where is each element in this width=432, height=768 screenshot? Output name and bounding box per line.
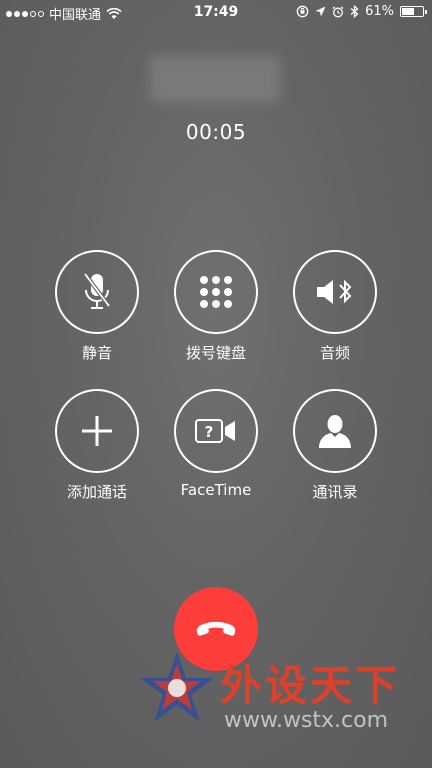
- alarm-icon: [332, 6, 344, 17]
- watermark-url: www.wstx.com: [224, 708, 389, 733]
- add-call-label: 添加通话: [66, 483, 127, 501]
- battery-percent: 61%: [365, 4, 394, 19]
- mute-button[interactable]: 静音: [37, 250, 157, 363]
- audio-circle[interactable]: [293, 250, 377, 334]
- keypad-circle[interactable]: [174, 250, 258, 334]
- mic-off-icon: [83, 272, 111, 309]
- location-icon: [315, 6, 326, 17]
- watermark-logo-text: 外设天下: [220, 661, 401, 710]
- status-right: 61%: [296, 4, 427, 19]
- watermark: 外设天下 www.wstx.com: [132, 650, 422, 750]
- caller-name-blurred: [150, 56, 280, 102]
- keypad-label: 拨号键盘: [185, 344, 246, 362]
- status-bar: 中国联通 17:49 61%: [0, 0, 432, 24]
- star-logo-icon: [140, 652, 214, 722]
- add-call-button[interactable]: 添加通话: [37, 389, 157, 502]
- facetime-circle[interactable]: ?: [174, 389, 258, 473]
- svg-text:?: ?: [205, 423, 214, 441]
- audio-button[interactable]: 音频: [275, 250, 395, 363]
- add-call-circle[interactable]: [55, 389, 139, 473]
- speaker-bluetooth-icon: [317, 279, 352, 304]
- battery-icon: [400, 6, 427, 17]
- mute-label: 静音: [81, 344, 112, 362]
- bluetooth-icon: [350, 5, 359, 18]
- contacts-label: 通讯录: [312, 483, 358, 501]
- call-duration: 00:05: [185, 120, 247, 144]
- facetime-label: FaceTime: [180, 481, 252, 499]
- facetime-icon: ?: [195, 419, 235, 443]
- audio-label: 音频: [319, 344, 350, 362]
- rotation-lock-icon: [296, 5, 309, 18]
- contacts-circle[interactable]: [293, 389, 377, 473]
- contacts-button[interactable]: 通讯录: [275, 389, 395, 502]
- keypad-icon: [200, 276, 232, 308]
- keypad-button[interactable]: 拨号键盘: [156, 250, 276, 363]
- facetime-button[interactable]: ? FaceTime: [156, 389, 276, 499]
- plus-icon: [82, 416, 112, 446]
- contact-icon: [319, 415, 351, 448]
- phone-hangup-icon: [196, 621, 236, 636]
- mute-circle[interactable]: [55, 250, 139, 334]
